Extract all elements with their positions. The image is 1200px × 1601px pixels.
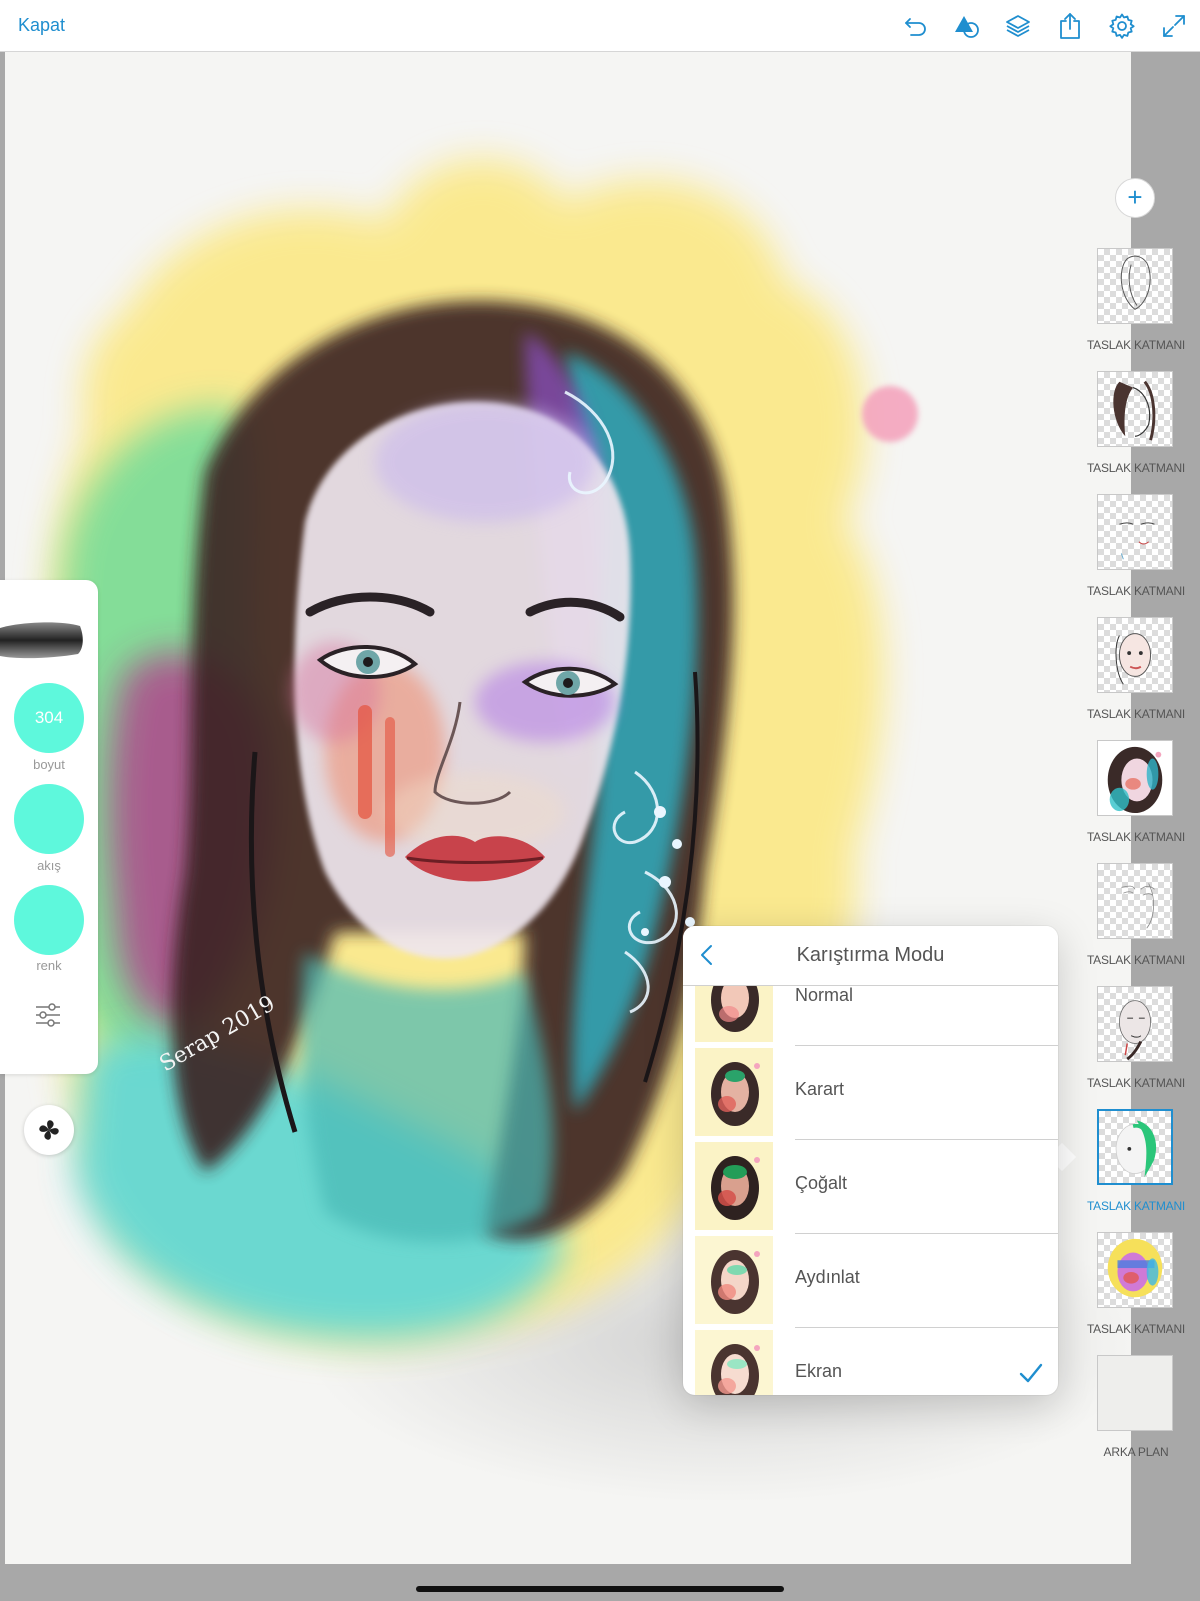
layer-thumbnail xyxy=(1097,1232,1173,1308)
brush-settings-icon[interactable] xyxy=(34,1002,62,1028)
gear-icon[interactable] xyxy=(1108,12,1136,40)
layers-icon[interactable] xyxy=(1004,12,1032,40)
brush-color-label: renk xyxy=(36,958,62,973)
layer-label: TASLAK KATMANI xyxy=(1086,1199,1186,1213)
fullscreen-icon[interactable] xyxy=(1160,12,1188,40)
top-toolbar: Kapat xyxy=(0,0,1200,52)
layer-item[interactable]: TASLAK KATMANI xyxy=(1086,248,1200,368)
undo-icon[interactable] xyxy=(902,12,930,40)
home-indicator xyxy=(416,1586,784,1592)
blend-mode-label: Karart xyxy=(795,1079,845,1099)
layer-label: TASLAK KATMANI xyxy=(1086,830,1186,844)
layer-thumbnail xyxy=(1097,1355,1173,1431)
layer-thumbnail xyxy=(1097,740,1173,816)
blend-mode-label: Aydınlat xyxy=(795,1267,860,1287)
blend-mode-thumbnail xyxy=(695,1142,773,1230)
layer-item[interactable]: TASLAK KATMANI xyxy=(1086,617,1200,737)
layer-item-selected[interactable]: TASLAK KATMANI xyxy=(1086,1109,1200,1229)
brush-preview[interactable] xyxy=(0,614,84,668)
layer-label: TASLAK KATMANI xyxy=(1086,1076,1186,1090)
blend-mode-cogalt[interactable]: Çoğalt xyxy=(683,1140,1058,1234)
layer-label: TASLAK KATMANI xyxy=(1086,953,1186,967)
popover-header: Karıştırma Modu xyxy=(683,926,1058,986)
blend-mode-thumbnail xyxy=(695,986,773,1042)
layer-thumbnail xyxy=(1097,617,1173,693)
layer-item[interactable]: TASLAK KATMANI xyxy=(1086,371,1200,491)
layer-item[interactable]: TASLAK KATMANI xyxy=(1086,863,1200,983)
brush-color-control[interactable] xyxy=(14,885,84,955)
blend-mode-popover: Karıştırma Modu Normal Karart Çoğalt Ayd… xyxy=(683,926,1058,1395)
layer-label: ARKA PLAN xyxy=(1103,1445,1169,1459)
close-button[interactable]: Kapat xyxy=(18,15,65,36)
brush-size-label: boyut xyxy=(33,757,65,772)
add-layer-button[interactable]: + xyxy=(1115,178,1155,218)
blend-mode-aydinlat[interactable]: Aydınlat xyxy=(683,1234,1058,1328)
brush-panel: 304 boyut akış renk xyxy=(0,580,98,1074)
layer-thumbnail xyxy=(1097,1109,1173,1185)
blend-mode-label: Çoğalt xyxy=(795,1173,848,1193)
brush-picker-button[interactable] xyxy=(24,1105,74,1155)
layer-item[interactable]: TASLAK KATMANI xyxy=(1086,986,1200,1106)
shapes-icon[interactable] xyxy=(952,12,980,40)
blend-mode-label: Normal xyxy=(795,986,854,1005)
layer-label: TASLAK KATMANI xyxy=(1086,707,1186,721)
layer-thumbnail xyxy=(1097,986,1173,1062)
layer-item[interactable]: TASLAK KATMANI xyxy=(1086,494,1200,614)
background-layer-item[interactable]: ARKA PLAN xyxy=(1086,1355,1200,1475)
layer-item[interactable]: TASLAK KATMANI xyxy=(1086,740,1200,860)
blend-mode-thumbnail xyxy=(695,1330,773,1395)
brush-flow-control[interactable] xyxy=(14,784,84,854)
layer-thumbnail xyxy=(1097,371,1173,447)
layer-thumbnail xyxy=(1097,248,1173,324)
brush-flow-label: akış xyxy=(37,858,61,873)
blend-mode-thumbnail xyxy=(695,1236,773,1324)
layer-thumbnail xyxy=(1097,494,1173,570)
popover-title: Karıştırma Modu xyxy=(796,944,945,966)
layer-thumbnail xyxy=(1097,863,1173,939)
blend-mode-thumbnail xyxy=(695,1048,773,1136)
layer-label: TASLAK KATMANI xyxy=(1086,461,1186,475)
checkmark-icon xyxy=(1019,1363,1043,1383)
blend-mode-karart[interactable]: Karart xyxy=(683,1046,1058,1140)
share-icon[interactable] xyxy=(1056,12,1084,40)
layer-label: TASLAK KATMANI xyxy=(1086,338,1186,352)
blend-mode-normal[interactable]: Normal xyxy=(683,986,1058,1046)
brush-size-control[interactable]: 304 xyxy=(14,683,84,753)
layer-label: TASLAK KATMANI xyxy=(1086,584,1186,598)
blend-mode-label: Ekran xyxy=(795,1361,843,1381)
layer-item[interactable]: TASLAK KATMANI xyxy=(1086,1232,1200,1352)
blend-mode-ekran[interactable]: Ekran xyxy=(683,1328,1058,1395)
layer-label: TASLAK KATMANI xyxy=(1086,1322,1186,1336)
brush-fan-icon xyxy=(39,1120,59,1140)
blend-mode-list: Normal Karart Çoğalt Aydınlat Ekran xyxy=(683,986,1058,1395)
